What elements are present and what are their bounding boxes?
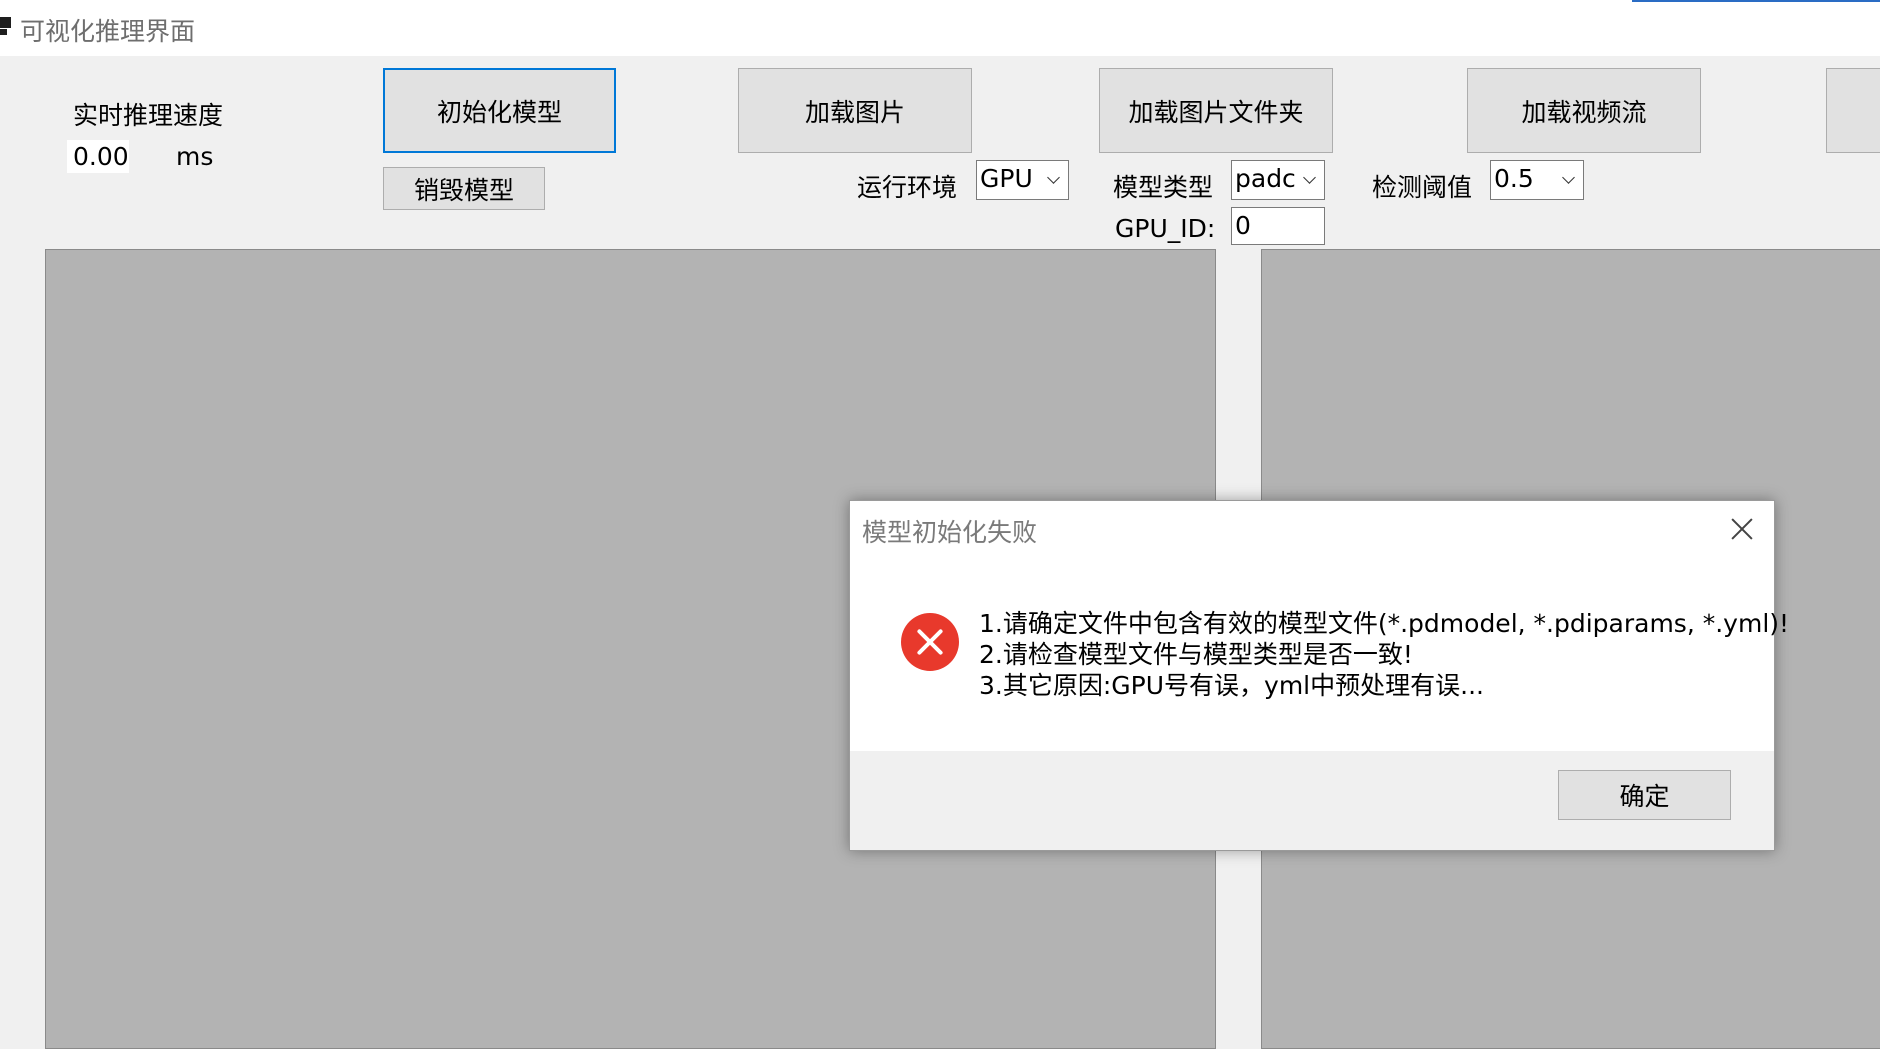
load-image-folder-button[interactable]: 加载图片文件夹 <box>1099 68 1333 153</box>
chevron-down-icon <box>1303 171 1316 184</box>
speed-value: 0.00 <box>67 140 129 173</box>
error-dialog: 模型初始化失败 1.请确定文件中包含有效的模型文件(*.pdmodel, *.p… <box>849 500 1789 851</box>
load-image-button[interactable]: 加载图片 <box>738 68 972 153</box>
dialog-footer: 确定 <box>850 751 1774 850</box>
app-icon <box>0 17 11 35</box>
run-env-label: 运行环境 <box>857 173 958 202</box>
load-video-stream-button[interactable]: 加载视频流 <box>1467 68 1701 153</box>
dialog-message: 1.请确定文件中包含有效的模型文件(*.pdmodel, *.pdiparams… <box>979 608 1789 701</box>
ok-button[interactable]: 确定 <box>1558 770 1731 820</box>
speed-unit: ms <box>176 142 214 171</box>
dialog-message-line: 2.请检查模型文件与模型类型是否一致! <box>979 640 1413 669</box>
title-bar: 可视化推理界面 <box>0 0 1880 56</box>
close-icon[interactable] <box>1728 515 1756 543</box>
gpu-id-input[interactable]: 0 <box>1231 207 1325 245</box>
destroy-model-button[interactable]: 销毁模型 <box>383 167 545 210</box>
model-type-select[interactable]: padc <box>1231 160 1325 200</box>
init-model-button[interactable]: 初始化模型 <box>383 68 616 153</box>
chevron-down-icon <box>1562 171 1575 184</box>
model-type-value: padc <box>1235 164 1296 193</box>
title-bar-accent <box>1632 0 1880 2</box>
run-env-select[interactable]: GPU <box>976 160 1069 200</box>
threshold-select[interactable]: 0.5 <box>1490 160 1584 200</box>
speed-label: 实时推理速度 <box>73 101 224 130</box>
threshold-value: 0.5 <box>1494 164 1534 193</box>
gpu-id-label: GPU_ID: <box>1115 214 1216 243</box>
dialog-message-line: 3.其它原因:GPU号有误，yml中预处理有误... <box>979 671 1484 700</box>
chevron-down-icon <box>1047 171 1060 184</box>
threshold-label: 检测阈值 <box>1372 173 1473 202</box>
window-title: 可视化推理界面 <box>20 17 196 46</box>
dialog-message-line: 1.请确定文件中包含有效的模型文件(*.pdmodel, *.pdiparams… <box>979 609 1790 638</box>
error-icon <box>901 613 959 671</box>
dialog-title: 模型初始化失败 <box>862 518 1038 547</box>
model-type-label: 模型类型 <box>1113 173 1214 202</box>
partial-toolbar-button[interactable] <box>1826 68 1880 153</box>
run-env-value: GPU <box>980 164 1033 193</box>
